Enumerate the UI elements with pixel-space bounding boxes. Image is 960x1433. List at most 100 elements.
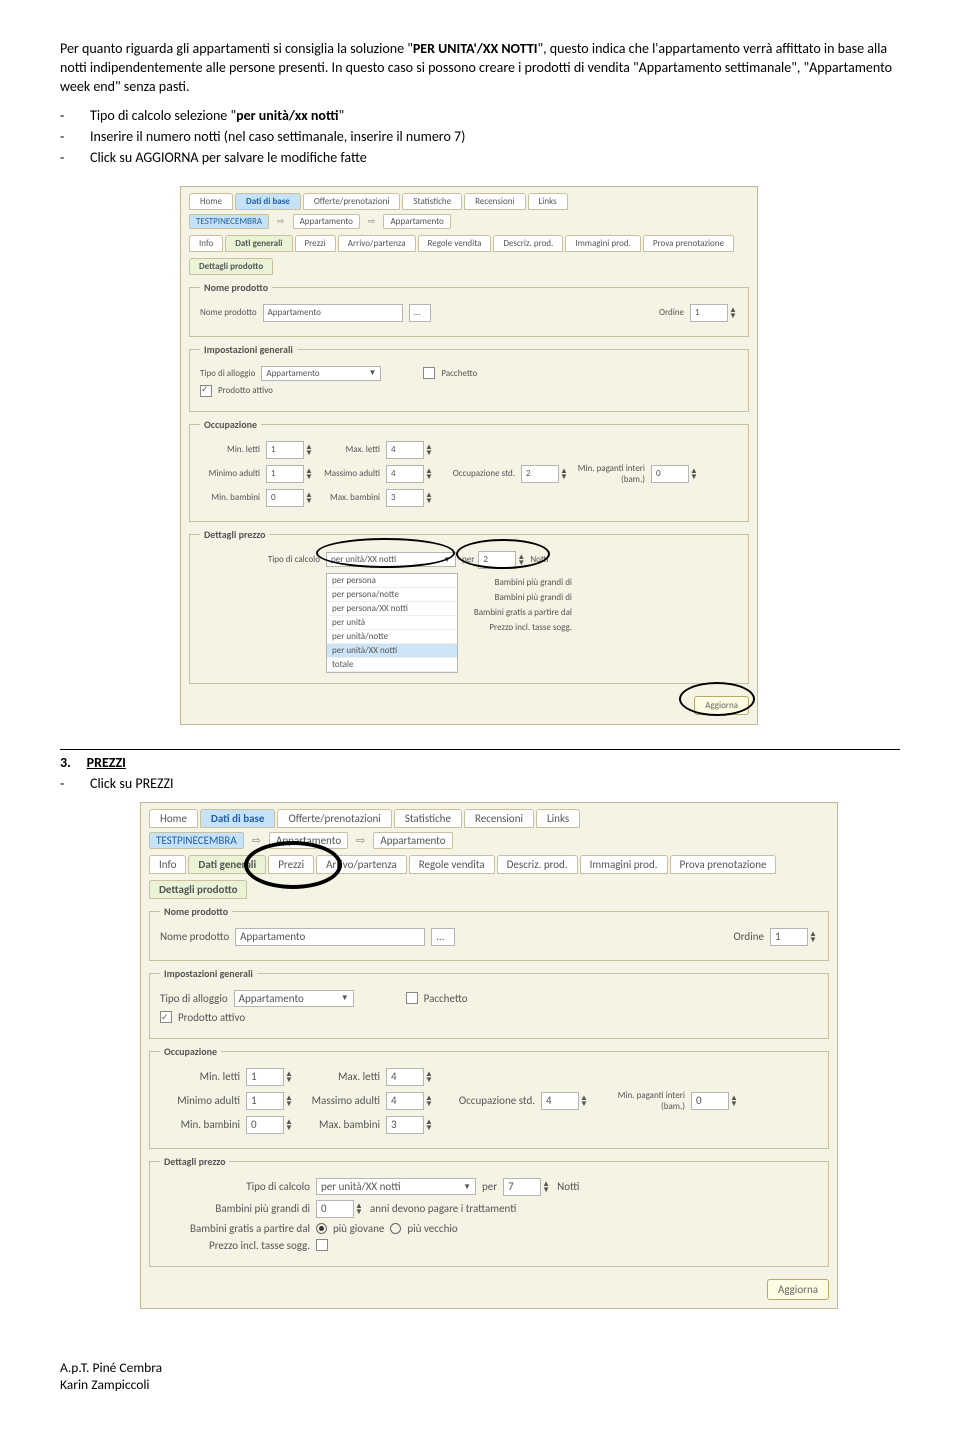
top-tabs: Home Dati di base Offerte/prenotazioni S… — [149, 809, 829, 828]
input-nome-prodotto[interactable]: Appartamento — [263, 304, 403, 322]
input-max-bambini[interactable]: 3 — [386, 489, 424, 507]
spinner-icon[interactable]: ▲▼ — [729, 1095, 739, 1107]
dd-opt[interactable]: totale — [327, 658, 457, 672]
dd-tipo-alloggio[interactable]: Appartamento▼ — [261, 366, 381, 381]
input-min-bambini[interactable]: 0 — [246, 1116, 284, 1134]
spinner-icon[interactable]: ▲▼ — [354, 1203, 364, 1215]
spinner-icon[interactable]: ▲▼ — [808, 931, 818, 943]
input-min-paganti[interactable]: 0 — [651, 465, 689, 483]
spinner-icon[interactable]: ▲▼ — [284, 1095, 294, 1107]
input-max-bambini[interactable]: 3 — [386, 1116, 424, 1134]
chk-prezzo-incl[interactable] — [316, 1239, 328, 1251]
subtab-info[interactable]: Info — [149, 855, 186, 874]
arrow-icon: ⇨ — [252, 834, 261, 847]
spinner-icon[interactable]: ▲▼ — [424, 1071, 434, 1083]
radio-piu-giovane[interactable] — [316, 1223, 327, 1234]
spinner-icon[interactable]: ▲▼ — [579, 1095, 589, 1107]
footer-line1: A.p.T. Piné Cembra — [60, 1359, 900, 1376]
input-min-adulti[interactable]: 1 — [266, 465, 304, 483]
subtab-descriz[interactable]: Descriz. prod. — [493, 235, 563, 252]
btn-ellipsis[interactable]: ... — [409, 304, 431, 322]
bc-app1[interactable]: Appartamento — [293, 214, 360, 229]
dd-tipo-alloggio[interactable]: Appartamento▼ — [234, 990, 354, 1007]
subtab-prova[interactable]: Prova prenotazione — [670, 855, 777, 874]
subtab-regole[interactable]: Regole vendita — [409, 855, 495, 874]
spinner-icon[interactable]: ▲▼ — [284, 1119, 294, 1131]
tab-offerte[interactable]: Offerte/prenotazioni — [303, 193, 401, 210]
dd-opt[interactable]: per unità/notte — [327, 630, 457, 644]
subtab-immagini[interactable]: Immagini prod. — [565, 235, 641, 252]
subtab-info[interactable]: Info — [189, 235, 223, 252]
input-min-paganti[interactable]: 0 — [691, 1092, 729, 1110]
bc-app2[interactable]: Appartamento — [383, 214, 450, 229]
dd-opt[interactable]: per persona/notte — [327, 588, 457, 602]
radio-piu-vecchio[interactable] — [390, 1223, 401, 1234]
btn-aggiorna[interactable]: Aggiorna — [767, 1279, 829, 1300]
subtab-descriz[interactable]: Descriz. prod. — [497, 855, 578, 874]
spinner-icon[interactable]: ▲▼ — [728, 307, 738, 319]
spinner-icon[interactable]: ▲▼ — [541, 1181, 551, 1193]
subtab-prova[interactable]: Prova prenotazione — [643, 235, 734, 252]
subtab-immagini[interactable]: Immagini prod. — [580, 855, 668, 874]
subtab-arrivo[interactable]: Arrivo/partenza — [338, 235, 416, 252]
tab-dati-base[interactable]: Dati di base — [235, 193, 301, 210]
input-min-letti[interactable]: 1 — [266, 441, 304, 459]
btn-ellipsis[interactable]: ... — [431, 928, 455, 946]
subtab-regole[interactable]: Regole vendita — [418, 235, 492, 252]
subtab-dati-generali[interactable]: Dati generali — [225, 235, 292, 252]
input-max-adulti[interactable]: 4 — [386, 1092, 424, 1110]
chk-pacchetto[interactable] — [423, 367, 435, 379]
input-max-adulti[interactable]: 4 — [386, 465, 424, 483]
spinner-icon[interactable]: ▲▼ — [304, 492, 314, 504]
tab-home[interactable]: Home — [189, 193, 233, 210]
dd-opt[interactable]: per persona/XX notti — [327, 602, 457, 616]
dd-opt-selected[interactable]: per unità/XX notti — [327, 644, 457, 658]
input-min-adulti[interactable]: 1 — [246, 1092, 284, 1110]
tab-statistiche[interactable]: Statistiche — [394, 809, 462, 828]
spinner-icon[interactable]: ▲▼ — [424, 468, 434, 480]
spinner-icon[interactable]: ▲▼ — [559, 468, 569, 480]
spinner-icon[interactable]: ▲▼ — [304, 468, 314, 480]
input-max-letti[interactable]: 4 — [386, 1068, 424, 1086]
tab-dettagli-prodotto[interactable]: Dettagli prodotto — [189, 258, 273, 275]
bc-root[interactable]: TESTPINECEMBRA — [149, 832, 244, 849]
tab-dati-base[interactable]: Dati di base — [200, 809, 276, 828]
tab-home[interactable]: Home — [149, 809, 198, 828]
tab-recensioni[interactable]: Recensioni — [464, 809, 534, 828]
bc-root[interactable]: TESTPINECEMBRA — [189, 214, 269, 229]
input-ordine[interactable]: 1 — [690, 304, 728, 322]
dd-tipo-calcolo[interactable]: per unità/XX notti▼ — [316, 1178, 476, 1195]
spinner-icon[interactable]: ▲▼ — [424, 1095, 434, 1107]
input-notti[interactable]: 7 — [503, 1178, 541, 1196]
input-occ-std[interactable]: 2 — [521, 465, 559, 483]
input-max-letti[interactable]: 4 — [386, 441, 424, 459]
arrow-icon: ⇨ — [356, 834, 365, 847]
tab-recensioni[interactable]: Recensioni — [464, 193, 525, 210]
tab-offerte[interactable]: Offerte/prenotazioni — [277, 809, 391, 828]
input-occ-std[interactable]: 4 — [541, 1092, 579, 1110]
bc-app2[interactable]: Appartamento — [373, 832, 452, 849]
spinner-icon[interactable]: ▲▼ — [304, 444, 314, 456]
input-nome-prodotto[interactable]: Appartamento — [235, 928, 425, 946]
dd-tipo-calcolo-open[interactable]: per persona per persona/notte per person… — [326, 573, 458, 673]
tab-dettagli-prodotto[interactable]: Dettagli prodotto — [149, 880, 247, 899]
chk-prodotto-attivo[interactable] — [160, 1011, 172, 1023]
tab-links[interactable]: Links — [536, 809, 580, 828]
spinner-icon[interactable]: ▲▼ — [424, 492, 434, 504]
spinner-icon[interactable]: ▲▼ — [689, 468, 699, 480]
chk-prodotto-attivo[interactable] — [200, 385, 212, 397]
input-bamb-grandi[interactable]: 0 — [316, 1200, 354, 1218]
dd-opt[interactable]: per persona — [327, 574, 457, 588]
spinner-icon[interactable]: ▲▼ — [284, 1071, 294, 1083]
lbl-min-paganti: Min. paganti interi (bam.) — [575, 463, 645, 485]
tab-links[interactable]: Links — [528, 193, 568, 210]
input-min-bambini[interactable]: 0 — [266, 489, 304, 507]
tab-statistiche[interactable]: Statistiche — [402, 193, 462, 210]
spinner-icon[interactable]: ▲▼ — [424, 1119, 434, 1131]
input-min-letti[interactable]: 1 — [246, 1068, 284, 1086]
input-ordine[interactable]: 1 — [770, 928, 808, 946]
dd-opt[interactable]: per unità — [327, 616, 457, 630]
chk-pacchetto[interactable] — [406, 992, 418, 1004]
spinner-icon[interactable]: ▲▼ — [424, 444, 434, 456]
subtab-prezzi[interactable]: Prezzi — [295, 235, 336, 252]
